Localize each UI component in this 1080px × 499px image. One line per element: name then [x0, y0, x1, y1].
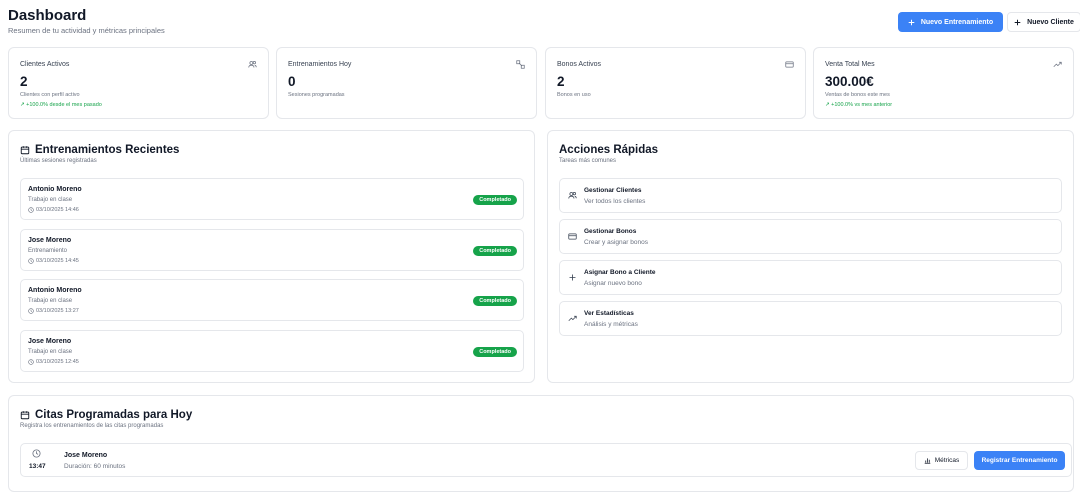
action-subtitle: Ver todos los clientes	[584, 198, 646, 205]
stat-trend: ↗ +100.0% vs mes anterior	[825, 102, 893, 108]
stat-value: 0	[288, 74, 296, 89]
action-title: Gestionar Bonos	[584, 228, 637, 235]
stat-description: Sesiones programadas	[288, 92, 345, 98]
stat-card-monthly-sales: Venta Total Mes 300.00€ Ventas de bonos …	[813, 47, 1074, 119]
bar-chart-icon	[924, 457, 931, 464]
recent-trainings-subtitle: Últimas sesiones registradas	[20, 158, 97, 164]
metrics-button[interactable]: Métricas	[915, 451, 968, 470]
page-subtitle: Resumen de tu actividad y métricas princ…	[8, 26, 165, 35]
action-subtitle: Análisis y métricas	[584, 321, 638, 328]
stat-card-active-bonos: Bonos Activos 2 Bonos en uso	[545, 47, 806, 119]
clock-icon	[28, 258, 34, 264]
action-manage-clients[interactable]: Gestionar Clientes Ver todos los cliente…	[559, 178, 1062, 213]
session-item[interactable]: Jose Moreno Trabajo en clase 03/10/2025 …	[20, 330, 524, 372]
stat-description: Bonos en uso	[557, 92, 591, 98]
stat-card-trainings-today: Entrenamientos Hoy 0 Sesiones programada…	[276, 47, 537, 119]
stat-description: Ventas de bonos este mes	[825, 92, 890, 98]
stat-description: Clientes con perfil activo	[20, 92, 80, 98]
calendar-icon	[20, 145, 30, 155]
trending-up-icon	[568, 314, 577, 323]
new-client-label: Nuevo Cliente	[1027, 18, 1074, 26]
session-time: 03/10/2025 12:45	[28, 359, 79, 365]
users-icon	[568, 191, 577, 200]
plus-icon	[568, 273, 577, 282]
dashboard-header: Dashboard Resumen de tu actividad y métr…	[8, 7, 1080, 37]
appointments-subtitle: Registra los entrenamientos de las citas…	[20, 423, 164, 429]
action-view-stats[interactable]: Ver Estadísticas Análisis y métricas	[559, 301, 1062, 336]
users-icon	[248, 60, 257, 69]
trending-up-icon	[1053, 60, 1062, 69]
appointment-client-name: Jose Moreno	[64, 452, 108, 459]
clock-icon	[28, 207, 34, 213]
recent-trainings-panel: Entrenamientos Recientes Últimas sesione…	[8, 130, 535, 383]
session-client-name: Jose Moreno	[28, 338, 72, 345]
session-client-name: Jose Moreno	[28, 237, 72, 244]
stat-value: 300.00€	[825, 74, 874, 89]
session-client-name: Antonio Moreno	[28, 186, 82, 193]
status-badge: Completado	[473, 195, 517, 205]
session-client-name: Antonio Moreno	[28, 287, 82, 294]
action-title: Gestionar Clientes	[584, 187, 642, 194]
quick-actions-panel: Acciones Rápidas Tareas más comunes Gest…	[547, 130, 1074, 383]
clock-icon	[28, 359, 34, 365]
calendar-icon	[20, 410, 30, 420]
clock-icon	[32, 449, 41, 458]
appointments-title: Citas Programadas para Hoy	[20, 408, 192, 422]
session-time: 03/10/2025 14:45	[28, 258, 79, 264]
stat-value: 2	[20, 74, 28, 89]
plus-icon	[908, 19, 915, 26]
stat-trend: ↗ +100.0% desde el mes pasado	[20, 102, 102, 108]
recent-trainings-title: Entrenamientos Recientes	[20, 143, 179, 157]
action-title: Asignar Bono a Cliente	[584, 269, 656, 276]
session-time: 03/10/2025 14:46	[28, 207, 79, 213]
stat-value: 2	[557, 74, 565, 89]
appointment-time: 13:47	[29, 463, 46, 470]
stat-label: Entrenamientos Hoy	[288, 61, 352, 68]
credit-card-icon	[568, 232, 577, 241]
quick-actions-subtitle: Tareas más comunes	[559, 158, 617, 164]
session-item[interactable]: Jose Moreno Entrenamiento 03/10/2025 14:…	[20, 229, 524, 271]
stat-card-active-clients: Clientes Activos 2 Clientes con perfil a…	[8, 47, 269, 119]
session-type: Trabajo en clase	[28, 349, 73, 355]
new-training-button[interactable]: Nuevo Entrenamiento	[898, 12, 1003, 32]
new-client-button[interactable]: Nuevo Cliente	[1007, 12, 1080, 32]
action-subtitle: Crear y asignar bonos	[584, 239, 648, 246]
session-item[interactable]: Antonio Moreno Trabajo en clase 03/10/20…	[20, 279, 524, 321]
action-manage-bonos[interactable]: Gestionar Bonos Crear y asignar bonos	[559, 219, 1062, 254]
appointments-panel: Citas Programadas para Hoy Registra los …	[8, 395, 1074, 492]
plus-icon	[1014, 19, 1021, 26]
status-badge: Completado	[473, 296, 517, 306]
new-training-label: Nuevo Entrenamiento	[920, 18, 994, 26]
session-type: Trabajo en clase	[28, 298, 73, 304]
stat-label: Bonos Activos	[557, 61, 601, 68]
status-badge: Completado	[473, 246, 517, 256]
action-title: Ver Estadísticas	[584, 310, 634, 317]
credit-card-icon	[785, 60, 794, 69]
stat-label: Venta Total Mes	[825, 61, 875, 68]
stat-label: Clientes Activos	[20, 61, 70, 68]
appointment-duration: Duración: 60 minutos	[64, 463, 126, 470]
status-badge: Completado	[473, 347, 517, 357]
quick-actions-title: Acciones Rápidas	[559, 144, 659, 156]
register-training-button[interactable]: Registrar Entrenamiento	[974, 451, 1065, 470]
session-item[interactable]: Antonio Moreno Trabajo en clase 03/10/20…	[20, 178, 524, 220]
clock-icon	[28, 308, 34, 314]
appointment-item: 13:47 Jose Moreno Duración: 60 minutos M…	[20, 443, 1072, 477]
dumbbell-icon	[516, 60, 525, 69]
page-title: Dashboard	[8, 7, 87, 24]
session-type: Trabajo en clase	[28, 197, 73, 203]
session-time: 03/10/2025 13:27	[28, 308, 79, 314]
action-assign-bono[interactable]: Asignar Bono a Cliente Asignar nuevo bon…	[559, 260, 1062, 295]
action-subtitle: Asignar nuevo bono	[584, 280, 642, 287]
session-type: Entrenamiento	[28, 248, 68, 254]
